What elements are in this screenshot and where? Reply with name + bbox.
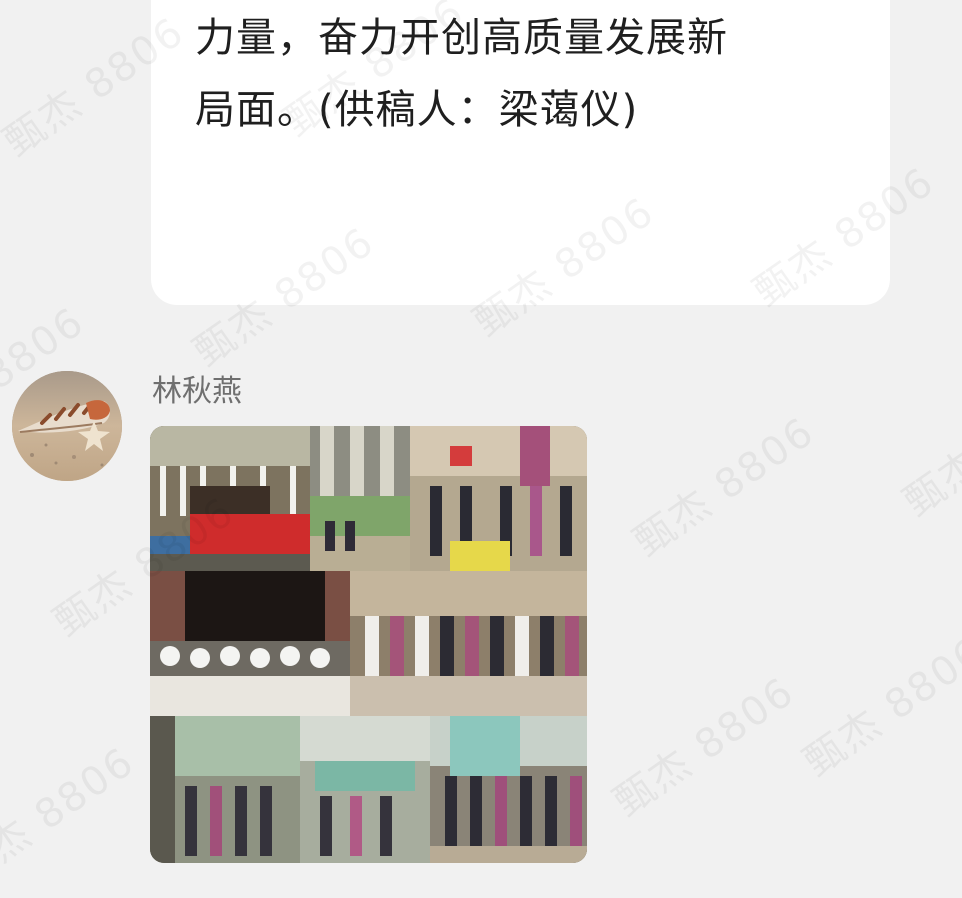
text-message-bubble[interactable]: 力量，奋力开创高质量发展新 局面。(供稿人：梁蔼仪)	[151, 0, 890, 305]
watermark: 甄杰 8806	[895, 369, 962, 526]
message-text: 力量，奋力开创高质量发展新 局面。(供稿人：梁蔼仪)	[195, 2, 850, 146]
watermark: 甄杰 8806	[625, 408, 823, 566]
watermark: 甄杰 8806	[0, 738, 143, 896]
sender-name: 林秋燕	[152, 374, 242, 409]
watermark: 甄杰 8806	[795, 628, 962, 786]
message-line-2: 局面。(供稿人：梁蔼仪)	[195, 87, 639, 133]
photo-collage-icon	[150, 426, 587, 863]
message-line-1: 力量，奋力开创高质量发展新	[195, 15, 728, 61]
chat-view[interactable]: 力量，奋力开创高质量发展新 局面。(供稿人：梁蔼仪) 林秋燕 甄杰 8806 8…	[0, 0, 962, 896]
image-message[interactable]	[150, 426, 587, 863]
avatar[interactable]	[12, 371, 122, 481]
watermark: 甄杰 8806	[605, 668, 803, 826]
seashell-avatar-icon	[12, 371, 122, 481]
